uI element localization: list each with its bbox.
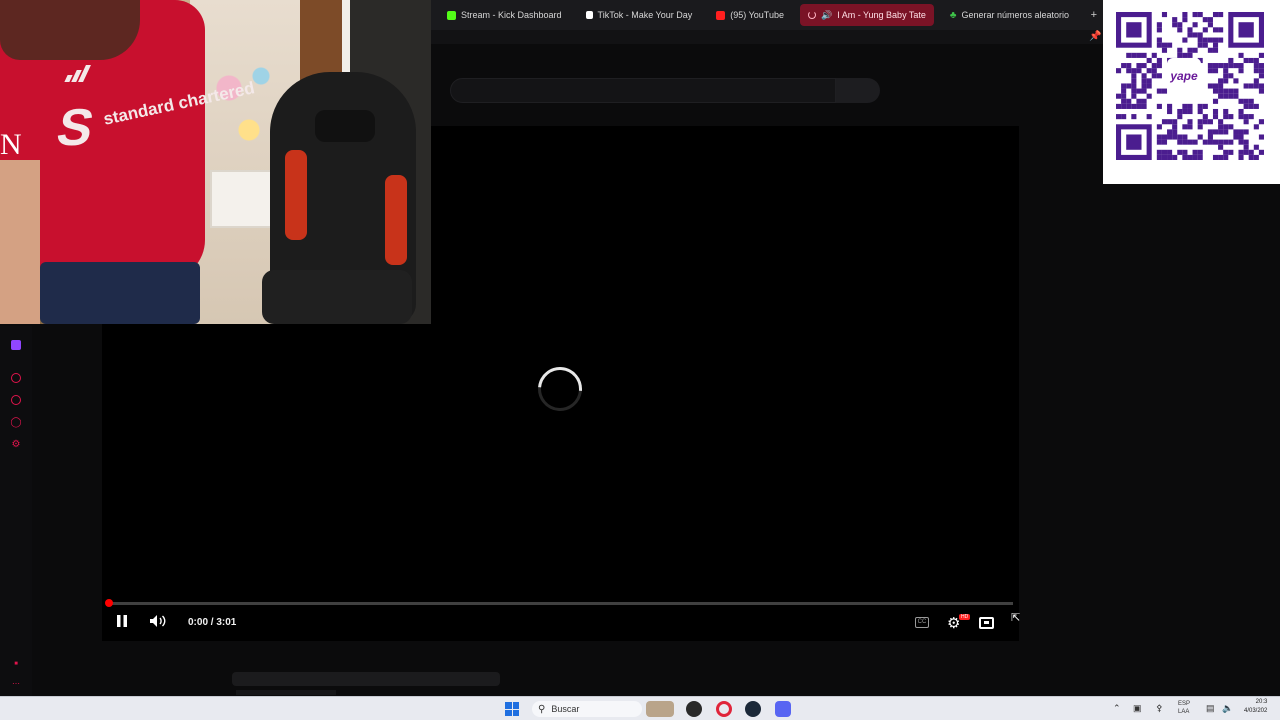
chair-stripe xyxy=(285,150,307,240)
loading-spinner xyxy=(529,358,591,420)
clock[interactable]: 20:3 4/03/202 xyxy=(1244,698,1267,716)
tiktok-icon xyxy=(585,11,593,19)
qr-code: yape xyxy=(1103,0,1280,184)
miniplayer-icon[interactable] xyxy=(979,617,994,629)
wifi-icon[interactable]: ▤ xyxy=(1206,703,1215,714)
tab-youtube[interactable]: (95) YouTube xyxy=(708,4,792,26)
taskbar-search[interactable]: ⚲ Buscar xyxy=(532,701,642,717)
title-placeholder xyxy=(232,672,500,686)
person-arm xyxy=(0,160,40,324)
tab-i-am-yung-baby-tate[interactable]: 🔊 I Am - Yung Baby Tate xyxy=(799,4,934,26)
tab-tiktok[interactable]: TikTok - Make Your Day xyxy=(578,4,701,26)
search-placeholder: Buscar xyxy=(551,704,580,714)
chair-stripe xyxy=(385,175,407,265)
clover-icon: ♣ xyxy=(949,9,957,21)
volume-icon[interactable] xyxy=(149,614,167,631)
tab-label: Stream - Kick Dashboard xyxy=(461,10,562,20)
more-icon[interactable]: ⋯ xyxy=(10,678,22,690)
taskbar: ⚲ Buscar ⌃ ▣ ⚴ ESP LAA ▤ 🔈 20:3 4/03/202 xyxy=(0,696,1280,720)
pause-button[interactable] xyxy=(116,614,128,631)
record-icon[interactable] xyxy=(11,373,21,383)
overlay-letter: N xyxy=(0,128,22,161)
tab-kick-dashboard[interactable]: Stream - Kick Dashboard xyxy=(439,4,570,26)
person-hair xyxy=(0,0,140,60)
chevron-up-icon[interactable]: ⌃ xyxy=(1113,703,1121,714)
browser-tab-strip: Stream - Kick Dashboard TikTok - Make Yo… xyxy=(431,0,1103,30)
settings-icon[interactable]: ⚙ xyxy=(10,439,22,451)
white-shelf xyxy=(210,170,272,228)
steam-icon[interactable] xyxy=(745,701,761,717)
youtube-icon xyxy=(716,10,726,20)
discord-icon[interactable] xyxy=(775,701,791,717)
language-indicator[interactable]: ESP LAA xyxy=(1178,700,1190,716)
volume-tray-icon[interactable]: 🔈 xyxy=(1222,703,1233,714)
tab-generar-numeros[interactable]: ♣ Generar números aleatorio xyxy=(942,4,1077,26)
player-controls: 0:00 / 3:01 CC ⚙ HD ⇱ xyxy=(102,611,1020,636)
progress-bar[interactable] xyxy=(108,602,1013,605)
network-icon[interactable]: ▣ xyxy=(1133,703,1142,714)
speaker-icon[interactable]: 🔊 xyxy=(821,10,832,21)
time-display: 0:00 / 3:01 xyxy=(188,617,237,628)
sidebar: ◯ ⚙ ■ ⋯ xyxy=(0,326,32,696)
clock-date: 4/03/202 xyxy=(1244,708,1268,714)
browser-toolbar xyxy=(431,30,1103,44)
chair-pillow xyxy=(315,110,375,142)
tab-label: (95) YouTube xyxy=(730,10,784,20)
search-button[interactable] xyxy=(836,78,880,103)
adidas-logo xyxy=(64,64,91,82)
screen: Stream - Kick Dashboard TikTok - Make Yo… xyxy=(0,0,1280,720)
search-icon: ⚲ xyxy=(538,703,546,715)
webcam-overlay: S standard chartered N xyxy=(0,0,431,324)
clock-icon[interactable] xyxy=(11,395,21,405)
opera-icon[interactable] xyxy=(716,701,732,717)
quality-badge: HD xyxy=(959,614,971,620)
yape-logo: yape xyxy=(1167,58,1201,94)
pin-icon[interactable]: 📌 xyxy=(1089,31,1101,42)
search-input[interactable] xyxy=(450,78,836,103)
loading-icon xyxy=(807,11,816,19)
meta-placeholder xyxy=(236,690,336,695)
twitch-icon[interactable] xyxy=(11,340,21,350)
language-sub: LAA xyxy=(1178,709,1190,715)
language-code: ESP xyxy=(1178,701,1191,707)
tab-label: TikTok - Make Your Day xyxy=(597,10,693,20)
new-tab-button[interactable]: + xyxy=(1091,9,1103,21)
progress-scrubber[interactable] xyxy=(105,599,113,607)
expand-icon[interactable]: ⇱ xyxy=(1011,611,1020,624)
person-shorts xyxy=(40,262,200,324)
widgets-icon[interactable] xyxy=(646,701,674,717)
kick-icon xyxy=(447,10,456,20)
badge-icon: ■ xyxy=(14,661,18,667)
chat-icon[interactable]: ◯ xyxy=(10,417,22,429)
tab-label: Generar números aleatorio xyxy=(961,10,1070,20)
clock-time: 20:3 xyxy=(1255,699,1268,705)
windows-start-icon[interactable] xyxy=(505,702,519,716)
subtitles-icon[interactable]: CC xyxy=(915,617,929,628)
chair-seat xyxy=(262,270,412,324)
tab-label: I Am - Yung Baby Tate xyxy=(837,10,926,20)
app-icon[interactable] xyxy=(686,701,702,717)
mic-icon[interactable]: ⚴ xyxy=(1156,703,1163,714)
